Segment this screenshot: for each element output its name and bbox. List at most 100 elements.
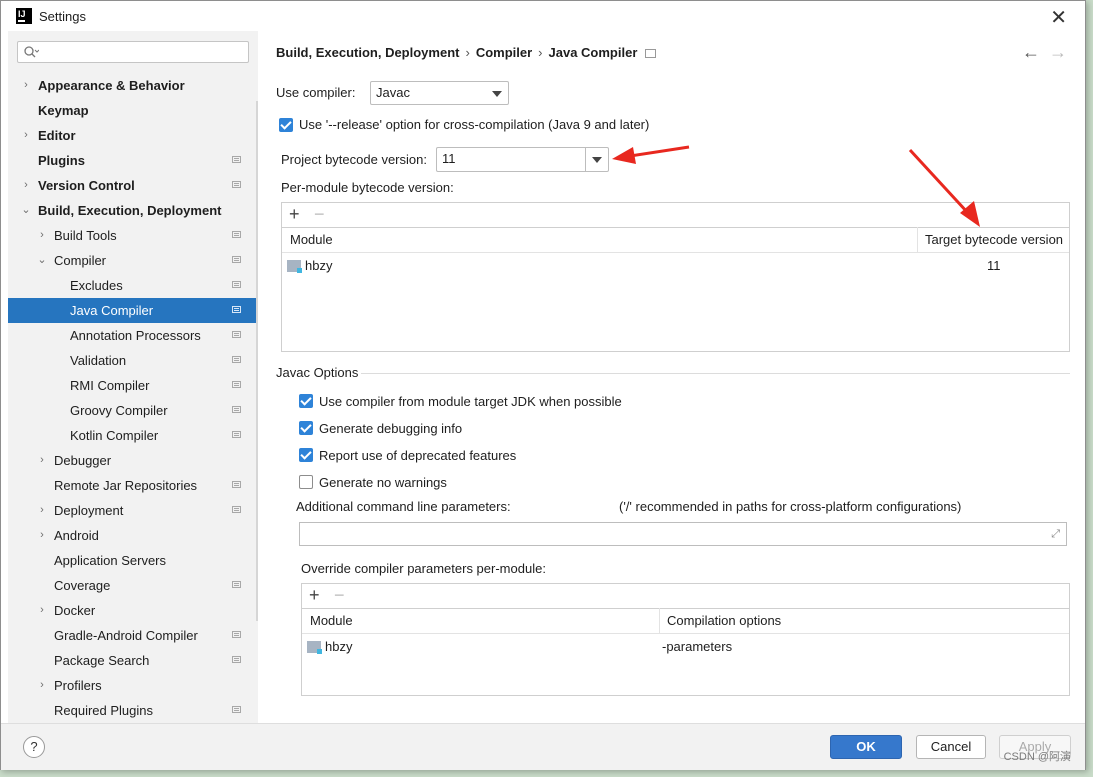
- column-header-compilation-options[interactable]: Compilation options: [667, 613, 781, 628]
- breadcrumb-item[interactable]: Compiler: [476, 45, 532, 60]
- additional-params-input[interactable]: ⤢: [299, 522, 1067, 546]
- search-input[interactable]: [17, 41, 249, 63]
- sidebar-item-label: Build Tools: [54, 228, 117, 243]
- override-params-table: + − Module Compilation options hbzy -par…: [301, 583, 1070, 696]
- add-icon[interactable]: +: [309, 585, 320, 606]
- dropdown-button[interactable]: [585, 148, 608, 171]
- chevron-right-icon[interactable]: ›: [36, 448, 48, 473]
- watermark-text: CSDN @阿演: [1003, 751, 1071, 763]
- sidebar-item[interactable]: Application Servers: [8, 548, 258, 573]
- sidebar-item[interactable]: › Build Tools: [8, 223, 258, 248]
- debug-info-checkbox[interactable]: [299, 421, 313, 435]
- settings-sidebar: › Appearance & Behavior Keymap › Editor Plugi…: [8, 31, 258, 723]
- sidebar-item-label: Appearance & Behavior: [38, 78, 185, 93]
- sidebar-item[interactable]: Coverage: [8, 573, 258, 598]
- expand-icon[interactable]: ⤢: [1051, 528, 1060, 541]
- sidebar-item[interactable]: Gradle-Android Compiler: [8, 623, 258, 648]
- sidebar-item[interactable]: ⌄ Compiler: [8, 248, 258, 273]
- sidebar-item-label: Compiler: [54, 253, 107, 268]
- chevron-right-icon[interactable]: ›: [36, 498, 48, 523]
- sidebar-item[interactable]: Java Compiler: [8, 298, 258, 323]
- sidebar-item[interactable]: › Android: [8, 523, 258, 548]
- back-arrow-icon[interactable]: ←: [1022, 42, 1040, 63]
- sidebar-item[interactable]: Keymap: [8, 98, 258, 123]
- release-option-checkbox[interactable]: [279, 118, 293, 132]
- settings-window: IJ Settings ✕ › Appearance & Behavior Keym…: [0, 0, 1086, 770]
- sidebar-item[interactable]: RMI Compiler: [8, 373, 258, 398]
- sidebar-item[interactable]: Groovy Compiler: [8, 398, 258, 423]
- sidebar-item-label: Package Search: [54, 653, 150, 668]
- chevron-down-icon: [592, 157, 602, 163]
- module-jdk-label: Use compiler from module target JDK when…: [319, 394, 622, 409]
- chevron-right-icon[interactable]: ›: [20, 73, 32, 98]
- sidebar-item[interactable]: Package Search: [8, 648, 258, 673]
- javac-options-label: Javac Options: [276, 365, 359, 380]
- no-warnings-label: Generate no warnings: [319, 475, 447, 490]
- chevron-right-icon[interactable]: ›: [20, 173, 32, 198]
- deprecated-checkbox[interactable]: [299, 448, 313, 462]
- chevron-right-icon[interactable]: ›: [36, 598, 48, 623]
- section-divider: [361, 373, 1070, 374]
- sidebar-item-label: Gradle-Android Compiler: [54, 628, 198, 643]
- add-icon[interactable]: +: [289, 204, 300, 225]
- sidebar-item[interactable]: Plugins: [8, 148, 258, 173]
- no-warnings-checkbox[interactable]: [299, 475, 313, 489]
- remove-icon[interactable]: −: [314, 204, 325, 225]
- project-scope-icon: [232, 306, 241, 313]
- window-title: Settings: [39, 9, 86, 24]
- sidebar-item-label: Keymap: [38, 103, 89, 118]
- chevron-right-icon[interactable]: ›: [36, 673, 48, 698]
- project-scope-icon: [232, 356, 241, 363]
- sidebar-item[interactable]: Kotlin Compiler: [8, 423, 258, 448]
- cancel-button[interactable]: Cancel: [916, 735, 986, 759]
- column-header-module[interactable]: Module: [290, 232, 333, 247]
- remove-icon[interactable]: −: [334, 585, 345, 606]
- sidebar-item[interactable]: Required Plugins: [8, 698, 258, 723]
- additional-params-hint: ('/' recommended in paths for cross-plat…: [619, 499, 962, 514]
- project-scope-icon: [232, 406, 241, 413]
- compiler-select-value: Javac: [376, 85, 410, 100]
- breadcrumb-item: Java Compiler: [548, 45, 638, 60]
- breadcrumb-item[interactable]: Build, Execution, Deployment: [276, 45, 459, 60]
- sidebar-item[interactable]: Validation: [8, 348, 258, 373]
- module-name: hbzy: [305, 258, 333, 273]
- sidebar-item[interactable]: › Editor: [8, 123, 258, 148]
- close-icon[interactable]: ✕: [1050, 5, 1067, 30]
- project-scope-icon: [232, 656, 241, 663]
- sidebar-item-label: Editor: [38, 128, 76, 143]
- sidebar-item-label: Plugins: [38, 153, 85, 168]
- compiler-select[interactable]: Javac: [370, 81, 509, 105]
- sidebar-item[interactable]: Annotation Processors: [8, 323, 258, 348]
- ok-button[interactable]: OK: [830, 735, 902, 759]
- sidebar-item[interactable]: › Deployment: [8, 498, 258, 523]
- chevron-right-icon[interactable]: ›: [20, 123, 32, 148]
- project-bytecode-select[interactable]: 11: [436, 147, 609, 172]
- project-scope-icon: [232, 256, 241, 263]
- column-header-module[interactable]: Module: [310, 613, 353, 628]
- module-jdk-checkbox[interactable]: [299, 394, 313, 408]
- chevron-down-icon[interactable]: ⌄: [36, 248, 48, 273]
- sidebar-item[interactable]: › Docker: [8, 598, 258, 623]
- chevron-down-icon[interactable]: ⌄: [20, 198, 32, 223]
- sidebar-item-label: Debugger: [54, 453, 112, 468]
- project-bytecode-value: 11: [442, 151, 456, 166]
- sidebar-item[interactable]: › Profilers: [8, 673, 258, 698]
- chevron-right-icon[interactable]: ›: [36, 223, 48, 248]
- sidebar-scrollbar[interactable]: [256, 101, 258, 621]
- project-scope-icon: [232, 431, 241, 438]
- sidebar-item[interactable]: › Appearance & Behavior: [8, 73, 258, 98]
- title-bar: IJ Settings ✕: [1, 1, 1085, 31]
- chevron-right-icon[interactable]: ›: [36, 523, 48, 548]
- sidebar-item[interactable]: › Debugger: [8, 448, 258, 473]
- chevron-down-icon: [492, 91, 502, 97]
- sidebar-item-label: Required Plugins: [54, 703, 154, 718]
- sidebar-item[interactable]: Remote Jar Repositories: [8, 473, 258, 498]
- sidebar-item[interactable]: ⌄ Build, Execution, Deployment: [8, 198, 258, 223]
- forward-arrow-icon[interactable]: →: [1049, 42, 1067, 63]
- project-bytecode-label: Project bytecode version:: [281, 152, 427, 167]
- help-button[interactable]: ?: [23, 736, 45, 758]
- column-header-target-bytecode[interactable]: Target bytecode version: [925, 232, 1063, 247]
- sidebar-item[interactable]: Excludes: [8, 273, 258, 298]
- deprecated-label: Report use of deprecated features: [319, 448, 517, 463]
- sidebar-item[interactable]: › Version Control: [8, 173, 258, 198]
